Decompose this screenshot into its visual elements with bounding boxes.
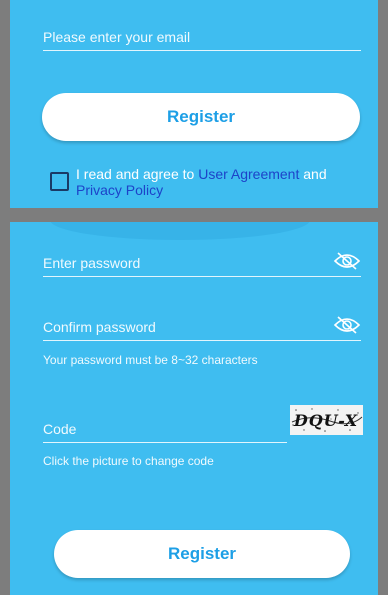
decorative-arc (50, 222, 310, 240)
register-button-top[interactable]: Register (42, 93, 360, 141)
email-register-panel: Register I read and agree to User Agreem… (10, 0, 378, 208)
captcha-image[interactable]: DQU-X (290, 405, 363, 435)
eye-off-icon[interactable] (333, 250, 361, 272)
register-button-bottom[interactable]: Register (54, 530, 350, 578)
agree-prefix-text: I read and agree to (76, 166, 199, 182)
captcha-text: DQU-X (293, 411, 358, 430)
password-register-panel: Your password must be 8~32 characters DQ… (10, 222, 378, 595)
user-agreement-link[interactable]: User Agreement (198, 166, 299, 182)
agree-and-text: and (299, 166, 327, 182)
password-field-wrapper (43, 252, 361, 277)
email-field-wrapper (43, 26, 361, 51)
password-input[interactable] (43, 252, 323, 274)
confirm-password-input[interactable] (43, 316, 323, 338)
password-hint: Your password must be 8~32 characters (43, 353, 258, 367)
code-input[interactable] (43, 418, 283, 440)
agreement-text: I read and agree to User Agreement and P… (76, 166, 366, 198)
code-field-wrapper (43, 418, 287, 443)
captcha-hint: Click the picture to change code (43, 454, 214, 468)
eye-off-icon[interactable] (333, 314, 361, 336)
confirm-password-field-wrapper (43, 316, 361, 341)
privacy-policy-link[interactable]: Privacy Policy (76, 182, 163, 198)
agree-checkbox[interactable] (50, 172, 69, 191)
email-input[interactable] (43, 26, 323, 48)
